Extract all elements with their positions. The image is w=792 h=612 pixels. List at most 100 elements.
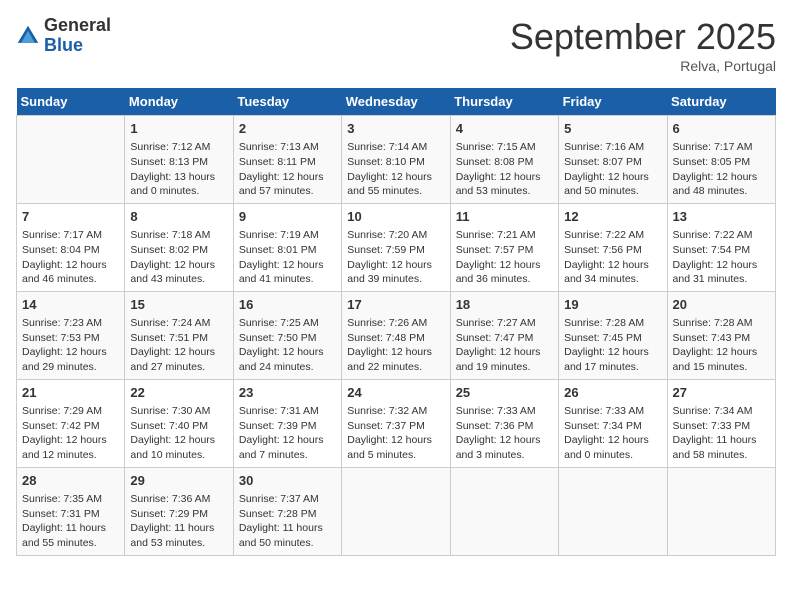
logo-general-text: General — [44, 15, 111, 35]
page-header: General Blue September 2025 Relva, Portu… — [16, 16, 776, 74]
calendar-table: SundayMondayTuesdayWednesdayThursdayFrid… — [16, 88, 776, 556]
header-cell-friday: Friday — [559, 88, 667, 116]
day-number: 26 — [564, 384, 661, 402]
calendar-cell: 25 Sunrise: 7:33 AMSunset: 7:36 PMDayligh… — [450, 379, 558, 467]
day-number: 16 — [239, 296, 336, 314]
day-number: 9 — [239, 208, 336, 226]
day-info: Sunrise: 7:17 AMSunset: 8:04 PMDaylight:… — [22, 228, 119, 287]
location-text: Relva, Portugal — [510, 58, 776, 74]
day-info: Sunrise: 7:16 AMSunset: 8:07 PMDaylight:… — [564, 140, 661, 199]
calendar-cell: 29 Sunrise: 7:36 AMSunset: 7:29 PMDayligh… — [125, 467, 233, 555]
day-number: 14 — [22, 296, 119, 314]
day-number: 2 — [239, 120, 336, 138]
day-info: Sunrise: 7:13 AMSunset: 8:11 PMDaylight:… — [239, 140, 336, 199]
day-info: Sunrise: 7:23 AMSunset: 7:53 PMDaylight:… — [22, 316, 119, 375]
day-number: 27 — [673, 384, 770, 402]
calendar-cell: 28 Sunrise: 7:35 AMSunset: 7:31 PMDayligh… — [17, 467, 125, 555]
calendar-cell: 27 Sunrise: 7:34 AMSunset: 7:33 PMDayligh… — [667, 379, 775, 467]
day-info: Sunrise: 7:19 AMSunset: 8:01 PMDaylight:… — [239, 228, 336, 287]
calendar-cell — [17, 116, 125, 204]
calendar-cell: 9 Sunrise: 7:19 AMSunset: 8:01 PMDaylight… — [233, 203, 341, 291]
week-row-2: 7Sunrise: 7:17 AMSunset: 8:04 PMDaylight… — [17, 203, 776, 291]
calendar-body: 1 Sunrise: 7:12 AMSunset: 8:13 PMDaylight… — [17, 116, 776, 556]
calendar-cell: 3 Sunrise: 7:14 AMSunset: 8:10 PMDaylight… — [342, 116, 450, 204]
day-info: Sunrise: 7:34 AMSunset: 7:33 PMDaylight:… — [673, 404, 770, 463]
day-info: Sunrise: 7:12 AMSunset: 8:13 PMDaylight:… — [130, 140, 227, 199]
day-info: Sunrise: 7:22 AMSunset: 7:56 PMDaylight:… — [564, 228, 661, 287]
day-number: 18 — [456, 296, 553, 314]
day-info: Sunrise: 7:17 AMSunset: 8:05 PMDaylight:… — [673, 140, 770, 199]
day-number: 29 — [130, 472, 227, 490]
calendar-cell: 21Sunrise: 7:29 AMSunset: 7:42 PMDayligh… — [17, 379, 125, 467]
day-number: 12 — [564, 208, 661, 226]
day-number: 1 — [130, 120, 227, 138]
calendar-cell: 18 Sunrise: 7:27 AMSunset: 7:47 PMDayligh… — [450, 291, 558, 379]
calendar-cell: 8 Sunrise: 7:18 AMSunset: 8:02 PMDaylight… — [125, 203, 233, 291]
day-info: Sunrise: 7:20 AMSunset: 7:59 PMDaylight:… — [347, 228, 444, 287]
day-info: Sunrise: 7:25 AMSunset: 7:50 PMDaylight:… — [239, 316, 336, 375]
header-cell-wednesday: Wednesday — [342, 88, 450, 116]
calendar-cell: 22 Sunrise: 7:30 AMSunset: 7:40 PMDayligh… — [125, 379, 233, 467]
day-number: 10 — [347, 208, 444, 226]
header-row: SundayMondayTuesdayWednesdayThursdayFrid… — [17, 88, 776, 116]
day-info: Sunrise: 7:31 AMSunset: 7:39 PMDaylight:… — [239, 404, 336, 463]
day-number: 17 — [347, 296, 444, 314]
header-cell-saturday: Saturday — [667, 88, 775, 116]
day-info: Sunrise: 7:26 AMSunset: 7:48 PMDaylight:… — [347, 316, 444, 375]
day-number: 8 — [130, 208, 227, 226]
calendar-cell: 11Sunrise: 7:21 AMSunset: 7:57 PMDayligh… — [450, 203, 558, 291]
calendar-cell: 7Sunrise: 7:17 AMSunset: 8:04 PMDaylight… — [17, 203, 125, 291]
day-number: 3 — [347, 120, 444, 138]
day-number: 6 — [673, 120, 770, 138]
day-info: Sunrise: 7:30 AMSunset: 7:40 PMDaylight:… — [130, 404, 227, 463]
header-cell-thursday: Thursday — [450, 88, 558, 116]
calendar-cell: 20 Sunrise: 7:28 AMSunset: 7:43 PMDayligh… — [667, 291, 775, 379]
day-info: Sunrise: 7:35 AMSunset: 7:31 PMDaylight:… — [22, 492, 119, 551]
day-info: Sunrise: 7:27 AMSunset: 7:47 PMDaylight:… — [456, 316, 553, 375]
day-number: 23 — [239, 384, 336, 402]
header-cell-monday: Monday — [125, 88, 233, 116]
calendar-cell — [450, 467, 558, 555]
calendar-cell: 10 Sunrise: 7:20 AMSunset: 7:59 PMDayligh… — [342, 203, 450, 291]
header-cell-sunday: Sunday — [17, 88, 125, 116]
calendar-cell — [342, 467, 450, 555]
calendar-cell: 1 Sunrise: 7:12 AMSunset: 8:13 PMDaylight… — [125, 116, 233, 204]
title-block: September 2025 Relva, Portugal — [510, 16, 776, 74]
day-info: Sunrise: 7:29 AMSunset: 7:42 PMDaylight:… — [22, 404, 119, 463]
calendar-cell: 17 Sunrise: 7:26 AMSunset: 7:48 PMDayligh… — [342, 291, 450, 379]
day-info: Sunrise: 7:15 AMSunset: 8:08 PMDaylight:… — [456, 140, 553, 199]
day-number: 28 — [22, 472, 119, 490]
day-info: Sunrise: 7:18 AMSunset: 8:02 PMDaylight:… — [130, 228, 227, 287]
day-number: 15 — [130, 296, 227, 314]
day-number: 19 — [564, 296, 661, 314]
calendar-cell — [667, 467, 775, 555]
day-info: Sunrise: 7:28 AMSunset: 7:43 PMDaylight:… — [673, 316, 770, 375]
day-number: 24 — [347, 384, 444, 402]
calendar-cell: 24Sunrise: 7:32 AMSunset: 7:37 PMDayligh… — [342, 379, 450, 467]
day-number: 22 — [130, 384, 227, 402]
calendar-cell: 16 Sunrise: 7:25 AMSunset: 7:50 PMDayligh… — [233, 291, 341, 379]
logo-icon — [16, 24, 40, 48]
day-info: Sunrise: 7:28 AMSunset: 7:45 PMDaylight:… — [564, 316, 661, 375]
day-number: 20 — [673, 296, 770, 314]
day-info: Sunrise: 7:24 AMSunset: 7:51 PMDaylight:… — [130, 316, 227, 375]
day-number: 13 — [673, 208, 770, 226]
day-number: 30 — [239, 472, 336, 490]
calendar-cell: 19 Sunrise: 7:28 AMSunset: 7:45 PMDayligh… — [559, 291, 667, 379]
calendar-cell: 5Sunrise: 7:16 AMSunset: 8:07 PMDaylight… — [559, 116, 667, 204]
calendar-cell: 26Sunrise: 7:33 AMSunset: 7:34 PMDayligh… — [559, 379, 667, 467]
calendar-header: SundayMondayTuesdayWednesdayThursdayFrid… — [17, 88, 776, 116]
day-info: Sunrise: 7:33 AMSunset: 7:36 PMDaylight:… — [456, 404, 553, 463]
day-info: Sunrise: 7:14 AMSunset: 8:10 PMDaylight:… — [347, 140, 444, 199]
week-row-1: 1 Sunrise: 7:12 AMSunset: 8:13 PMDaylight… — [17, 116, 776, 204]
day-info: Sunrise: 7:21 AMSunset: 7:57 PMDaylight:… — [456, 228, 553, 287]
day-info: Sunrise: 7:36 AMSunset: 7:29 PMDaylight:… — [130, 492, 227, 551]
calendar-cell: 13Sunrise: 7:22 AMSunset: 7:54 PMDayligh… — [667, 203, 775, 291]
calendar-cell: 30Sunrise: 7:37 AMSunset: 7:28 PMDayligh… — [233, 467, 341, 555]
calendar-cell: 6 Sunrise: 7:17 AMSunset: 8:05 PMDaylight… — [667, 116, 775, 204]
day-number: 25 — [456, 384, 553, 402]
calendar-cell: 2 Sunrise: 7:13 AMSunset: 8:11 PMDaylight… — [233, 116, 341, 204]
calendar-cell: 15 Sunrise: 7:24 AMSunset: 7:51 PMDayligh… — [125, 291, 233, 379]
week-row-3: 14 Sunrise: 7:23 AMSunset: 7:53 PMDayligh… — [17, 291, 776, 379]
calendar-cell: 12 Sunrise: 7:22 AMSunset: 7:56 PMDayligh… — [559, 203, 667, 291]
